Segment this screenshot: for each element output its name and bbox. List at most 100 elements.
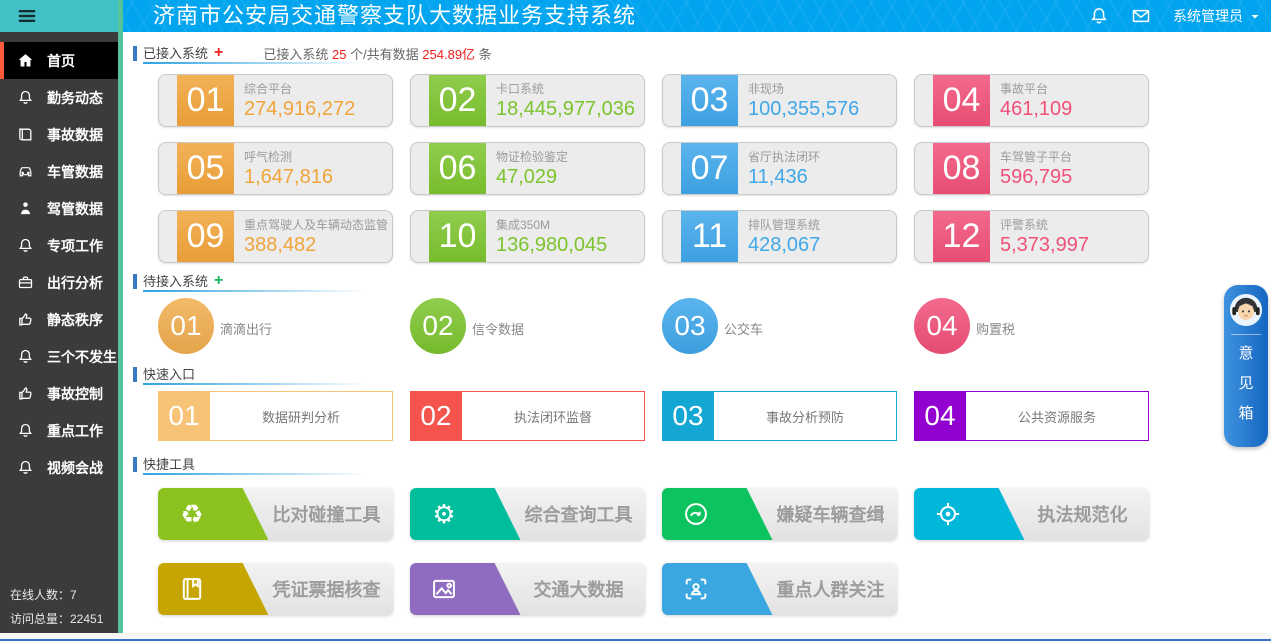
sidebar: 首页 勤务动态 事故数据 车管数据 驾管数据 专项工作 出行分析 静态秩序	[0, 32, 118, 635]
tool-voucher-check[interactable]: 凭证票据核查	[158, 563, 393, 615]
ledger-icon	[178, 575, 206, 603]
pending-system-signaling[interactable]: 02 信令数据	[410, 298, 645, 354]
sidebar-item-video-campaign[interactable]: 视频会战	[0, 449, 118, 486]
sidebar-item-static-order[interactable]: 静态秩序	[0, 301, 118, 338]
map-image-icon	[430, 575, 458, 603]
system-card-03[interactable]: 03 非现场 100,355,576	[662, 74, 897, 127]
person-scan-icon	[682, 575, 710, 603]
system-card-05[interactable]: 05 呼气检测 1,647,816	[158, 142, 393, 195]
police-mascot-icon	[1229, 293, 1263, 327]
pending-system-bus[interactable]: 03 公交车	[662, 298, 897, 354]
briefcase-icon	[17, 274, 34, 291]
bell-icon	[17, 422, 34, 439]
system-card-02[interactable]: 02 卡口系统 18,445,977,036	[410, 74, 645, 127]
app-root: 济南市公安局交通警察支队大数据业务支持系统 系统管理员 首页 勤务动态 事故数据	[0, 0, 1271, 641]
mail-icon[interactable]	[1131, 6, 1151, 26]
visit-total: 访问总量：22451	[10, 610, 103, 627]
notification-bell-icon[interactable]	[1089, 6, 1109, 26]
system-card-10[interactable]: 10 集成350M 136,980,045	[410, 210, 645, 263]
sidebar-item-accident-control[interactable]: 事故控制	[0, 375, 118, 412]
tools-grid: ♻ 比对碰撞工具 ⚙ 综合查询工具 嫌疑车辆查缉 执法规范化 凭证	[158, 488, 1149, 615]
tool-suspect-vehicle[interactable]: 嫌疑车辆查缉	[662, 488, 897, 540]
home-icon	[17, 52, 34, 69]
bell-icon	[17, 459, 34, 476]
system-card-08[interactable]: 08 车驾管子平台 596,795	[914, 142, 1149, 195]
topbar-right: 系统管理员	[1089, 0, 1261, 32]
tool-compare-collision[interactable]: ♻ 比对碰撞工具	[158, 488, 393, 540]
section-title: 待接入系统	[143, 271, 208, 292]
section-quick-entry-header: 快速入口	[133, 365, 195, 383]
sidebar-item-key-work[interactable]: 重点工作	[0, 412, 118, 449]
section-underline	[143, 62, 368, 64]
section-underline	[143, 473, 368, 475]
person-icon	[17, 200, 34, 217]
user-menu[interactable]: 系统管理员	[1173, 6, 1261, 26]
add-pending-system-icon[interactable]: +	[214, 274, 223, 288]
sidebar-item-driver-data[interactable]: 驾管数据	[0, 190, 118, 227]
pending-systems-row: 01 滴滴出行 02 信令数据 03 公交车 04 购置税	[158, 298, 1149, 354]
section-tools-header: 快捷工具	[133, 455, 195, 473]
section-underline	[143, 290, 368, 292]
top-bar: 济南市公安局交通警察支队大数据业务支持系统 系统管理员	[0, 0, 1271, 32]
section-title: 快捷工具	[143, 454, 195, 475]
section-bar	[133, 457, 137, 472]
section-bar	[133, 46, 137, 61]
bell-icon	[17, 348, 34, 365]
quick-entry-data-analysis[interactable]: 01 数据研判分析	[158, 391, 393, 441]
sidebar-item-three-no-occur[interactable]: 三个不发生	[0, 338, 118, 375]
sidebar-item-accident-data[interactable]: 事故数据	[0, 116, 118, 153]
section-bar	[133, 274, 137, 289]
thumbs-up-icon	[17, 311, 34, 328]
sidebar-item-home[interactable]: 首页	[0, 42, 118, 79]
circle-arrow-icon	[682, 500, 710, 528]
main-content: 已接入系统 + 已接入系统 25 个/共有数据 254.89亿 条 01 综合平…	[123, 32, 1271, 635]
quick-entry-accident-prevention[interactable]: 03 事故分析预防	[662, 391, 897, 441]
connected-systems-grid: 01 综合平台 274,916,272 02 卡口系统 18,445,977,0…	[158, 74, 1149, 263]
sidebar-item-vehicle-data[interactable]: 车管数据	[0, 153, 118, 190]
quick-entry-public-resources[interactable]: 04 公共资源服务	[914, 391, 1149, 441]
thumbs-up-icon	[17, 385, 34, 402]
system-card-09[interactable]: 09 重点驾驶人及车辆动态监管 388,482	[158, 210, 393, 263]
crosshair-icon	[934, 500, 962, 528]
system-card-07[interactable]: 07 省厅执法闭环 11,436	[662, 142, 897, 195]
page-footer-line	[0, 633, 1271, 641]
tool-law-standardization[interactable]: 执法规范化	[914, 488, 1149, 540]
gear-icon: ⚙	[430, 500, 458, 528]
sidebar-item-duty-status[interactable]: 勤务动态	[0, 79, 118, 116]
pending-system-didi[interactable]: 01 滴滴出行	[158, 298, 393, 354]
bell-icon	[17, 89, 34, 106]
feedback-box-widget[interactable]: 意 见 箱	[1224, 285, 1268, 447]
system-card-11[interactable]: 11 排队管理系统 428,067	[662, 210, 897, 263]
section-title: 快速入口	[143, 364, 195, 385]
bell-icon	[17, 237, 34, 254]
book-icon	[17, 126, 34, 143]
system-card-01[interactable]: 01 综合平台 274,916,272	[158, 74, 393, 127]
add-system-icon[interactable]: +	[214, 46, 223, 60]
topbar-corner	[0, 0, 118, 32]
user-name: 系统管理员	[1173, 6, 1243, 26]
section-bar	[133, 367, 137, 382]
section-title: 已接入系统	[143, 43, 208, 64]
section-connected-systems-header: 已接入系统 + 已接入系统 25 个/共有数据 254.89亿 条	[133, 44, 492, 62]
recycle-icon: ♻	[178, 500, 206, 528]
system-card-06[interactable]: 06 物证检验鉴定 47,029	[410, 142, 645, 195]
system-card-12[interactable]: 12 评警系统 5,373,997	[914, 210, 1149, 263]
chevron-down-icon	[1249, 10, 1261, 22]
quick-entry-row: 01 数据研判分析 02 执法闭环监督 03 事故分析预防 04 公共资源服务	[158, 391, 1149, 441]
pending-system-purchase-tax[interactable]: 04 购置税	[914, 298, 1149, 354]
sidebar-item-travel-analysis[interactable]: 出行分析	[0, 264, 118, 301]
divider	[1231, 334, 1261, 335]
sidebar-item-special-work[interactable]: 专项工作	[0, 227, 118, 264]
tool-traffic-big-data[interactable]: 交通大数据	[410, 563, 645, 615]
car-icon	[17, 163, 34, 180]
tool-key-people-watch[interactable]: 重点人群关注	[662, 563, 897, 615]
quick-entry-law-enforcement[interactable]: 02 执法闭环监督	[410, 391, 645, 441]
tool-comprehensive-query[interactable]: ⚙ 综合查询工具	[410, 488, 645, 540]
hamburger-menu-icon[interactable]	[16, 5, 38, 27]
page-title: 济南市公安局交通警察支队大数据业务支持系统	[153, 0, 636, 32]
section-underline	[143, 383, 368, 385]
system-card-04[interactable]: 04 事故平台 461,109	[914, 74, 1149, 127]
online-count: 在线人数：7	[10, 586, 77, 603]
section-pending-systems-header: 待接入系统 +	[133, 272, 223, 290]
connected-summary: 已接入系统 25 个/共有数据 254.89亿 条	[263, 44, 491, 63]
